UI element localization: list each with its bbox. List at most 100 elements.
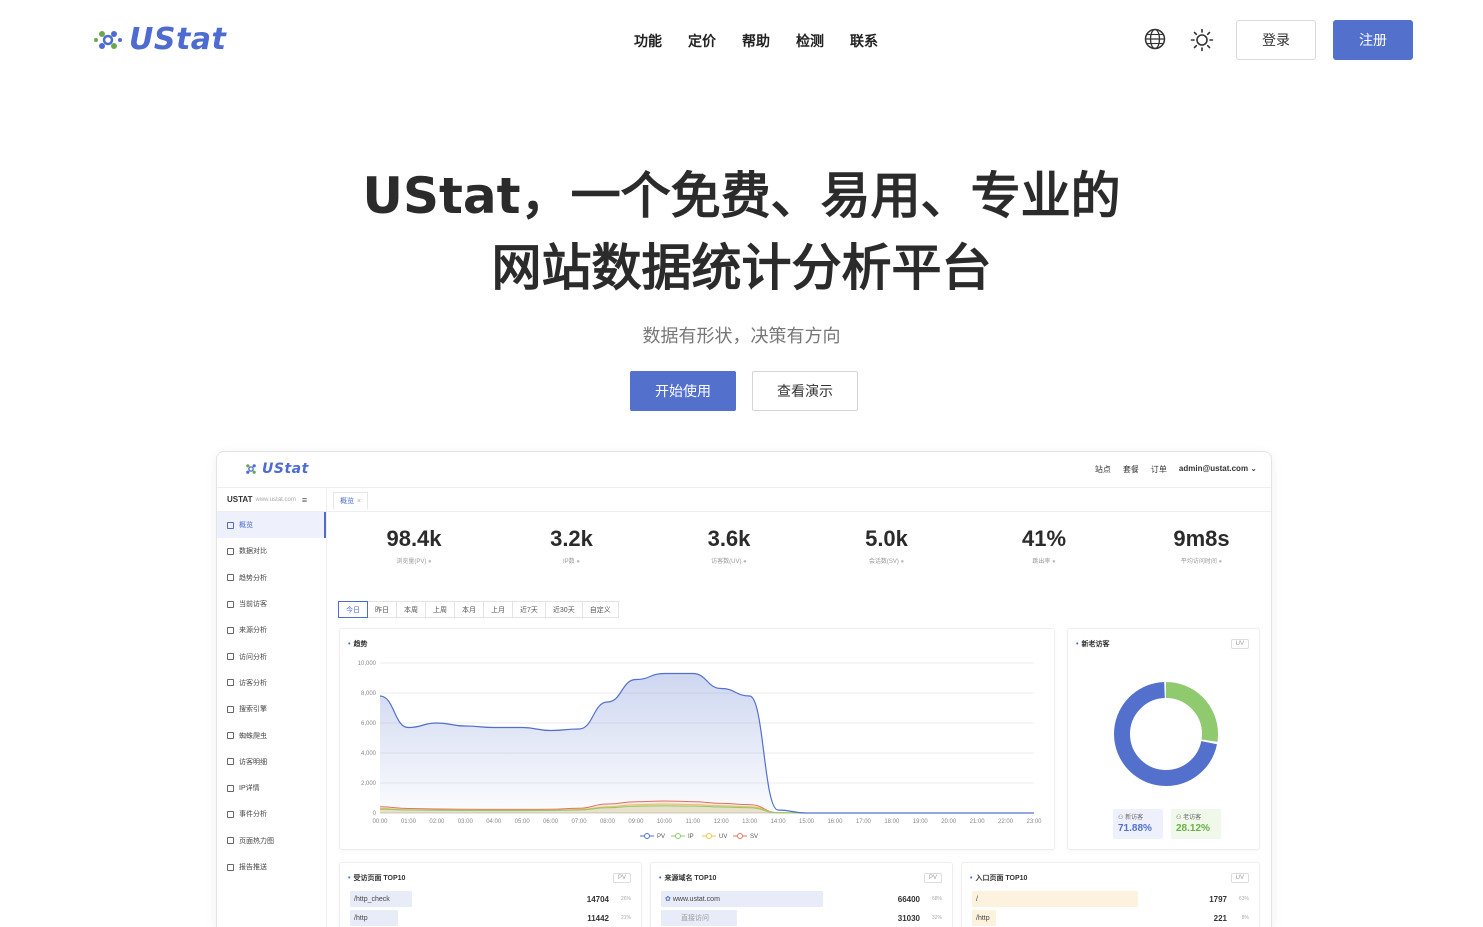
visitor-type-card: 新老访客 UV ⚇ 新访客 71.88% ⚇ 老访客 28.12% bbox=[1067, 628, 1260, 850]
row-label: /http_check bbox=[354, 895, 390, 903]
tab-overview[interactable]: 概览 × bbox=[333, 492, 369, 509]
row-pct: 21% bbox=[620, 915, 631, 921]
legend-label-SV: SV bbox=[750, 834, 758, 840]
nav-icon bbox=[227, 600, 234, 608]
x-tick-label: 14:00 bbox=[771, 819, 787, 825]
start-button[interactable]: 开始使用 bbox=[630, 371, 736, 411]
sidebar-item-4[interactable]: 来源分析 bbox=[217, 617, 326, 643]
top-entries-title: 入口页面 TOP10 bbox=[970, 873, 1027, 883]
dashboard-logo: UStat bbox=[243, 461, 309, 477]
table-row[interactable]: /http 11442 21% bbox=[350, 910, 631, 926]
period-button-1[interactable]: 昨日 bbox=[367, 601, 397, 618]
legend-label-UV: UV bbox=[719, 834, 727, 840]
sidebar-item-3[interactable]: 当前访客 bbox=[217, 591, 326, 617]
x-tick-label: 13:00 bbox=[742, 819, 758, 825]
sidebar-item-12[interactable]: 页面热力图 bbox=[217, 828, 326, 854]
user-menu[interactable]: admin@ustat.com ⌄ bbox=[1179, 464, 1257, 475]
dashboard-topbar-links: 站点 套餐 订单 admin@ustat.com ⌄ bbox=[1095, 464, 1257, 475]
row-value: 11442 bbox=[587, 913, 609, 923]
table-row[interactable]: /http 221 8% bbox=[972, 910, 1249, 926]
register-button[interactable]: 注册 bbox=[1333, 20, 1413, 60]
info-icon[interactable]: ● bbox=[426, 559, 432, 565]
sidebar-item-6[interactable]: 访客分析 bbox=[217, 670, 326, 696]
x-tick-label: 02:00 bbox=[429, 819, 445, 825]
x-tick-label: 22:00 bbox=[998, 819, 1014, 825]
site-name: USTAT bbox=[227, 495, 253, 504]
brand-logo[interactable]: UStat bbox=[93, 22, 226, 57]
row-pct: 68% bbox=[931, 896, 942, 902]
tab-overview-label: 概览 bbox=[340, 498, 354, 505]
period-button-7[interactable]: 近30天 bbox=[544, 601, 583, 618]
y-tick-label: 6,000 bbox=[361, 721, 377, 727]
period-button-3[interactable]: 上周 bbox=[425, 601, 455, 618]
info-icon[interactable]: ● bbox=[1217, 559, 1223, 565]
kpi-0: 98.4k 浏览量(PV) ● bbox=[339, 526, 489, 565]
top-domains-card: 来源域名 TOP10 PV ✿ www.ustat.com 66400 68% … bbox=[650, 862, 953, 927]
topbar-link-sites[interactable]: 站点 bbox=[1095, 464, 1111, 475]
legend-new-visitors: ⚇ 新访客 71.88% bbox=[1113, 809, 1163, 839]
x-tick-label: 21:00 bbox=[970, 819, 986, 825]
period-button-2[interactable]: 本周 bbox=[396, 601, 426, 618]
table-row[interactable]: / 1797 63% bbox=[972, 891, 1249, 907]
dashboard-preview: UStat 站点 套餐 订单 admin@ustat.com ⌄ USTAT w… bbox=[216, 451, 1272, 927]
nav-link-contact[interactable]: 联系 bbox=[850, 31, 878, 51]
topbar-link-plans[interactable]: 套餐 bbox=[1123, 464, 1139, 475]
hero-title-line2: 网站数据统计分析平台 bbox=[491, 239, 992, 297]
visitor-type-title: 新老访客 bbox=[1076, 639, 1109, 649]
period-button-0[interactable]: 今日 bbox=[338, 601, 368, 618]
globe-icon[interactable] bbox=[1144, 28, 1166, 50]
info-icon[interactable]: ● bbox=[1050, 559, 1056, 565]
menu-icon[interactable]: ≡ bbox=[302, 495, 307, 505]
period-button-4[interactable]: 本月 bbox=[454, 601, 484, 618]
row-label: 直接访问 bbox=[681, 915, 709, 922]
demo-button[interactable]: 查看演示 bbox=[752, 371, 858, 411]
top-pages-badge: PV bbox=[612, 873, 631, 883]
nav-icon bbox=[227, 547, 234, 555]
sidebar-item-label: 概览 bbox=[239, 522, 253, 530]
info-icon[interactable]: ● bbox=[742, 559, 747, 565]
sidebar-item-10[interactable]: IP详情 bbox=[217, 775, 326, 801]
nav-icon bbox=[227, 784, 234, 792]
sidebar-item-label: 报告推送 bbox=[239, 864, 267, 871]
period-button-8[interactable]: 自定义 bbox=[581, 601, 619, 618]
nav-link-features[interactable]: 功能 bbox=[634, 31, 662, 51]
theme-toggle-icon[interactable] bbox=[1190, 28, 1214, 52]
login-button[interactable]: 登录 bbox=[1236, 20, 1316, 60]
sidebar-item-7[interactable]: 搜索引擎 bbox=[217, 696, 326, 722]
nav-icon bbox=[227, 521, 234, 529]
table-row[interactable]: ✿ www.ustat.com 66400 68% bbox=[661, 891, 942, 907]
user-icon: ⚇ bbox=[1176, 815, 1182, 821]
topbar-link-orders[interactable]: 订单 bbox=[1151, 464, 1167, 475]
trend-chart: 10,000 8,000 6,000 4,000 2,000 0 00:00 01:00 02:… bbox=[358, 661, 1043, 840]
x-tick-label: 12:00 bbox=[714, 819, 730, 825]
site-selector[interactable]: USTAT www.ustat.com ≡ bbox=[217, 488, 326, 512]
nav-link-pricing[interactable]: 定价 bbox=[688, 31, 716, 51]
table-row[interactable]: 直接访问 31030 32% bbox=[661, 910, 942, 926]
info-icon[interactable]: ● bbox=[899, 559, 905, 565]
series-area-PV bbox=[380, 673, 1034, 813]
x-tick-label: 04:00 bbox=[486, 819, 502, 825]
sidebar-item-8[interactable]: 蜘蛛爬虫 bbox=[217, 722, 326, 748]
visitor-legend: ⚇ 新访客 71.88% ⚇ 老访客 28.12% bbox=[1113, 809, 1221, 839]
sidebar-item-9[interactable]: 访客明细 bbox=[217, 749, 326, 775]
close-icon[interactable]: × bbox=[357, 498, 361, 505]
period-button-5[interactable]: 上月 bbox=[483, 601, 513, 618]
sidebar-item-13[interactable]: 报告推送 bbox=[217, 854, 326, 880]
sidebar-item-5[interactable]: 访问分析 bbox=[217, 643, 326, 669]
kpi-1: 3.2k IP数 ● bbox=[497, 526, 647, 565]
nav-icon bbox=[227, 810, 234, 818]
sidebar-item-11[interactable]: 事件分析 bbox=[217, 801, 326, 827]
info-icon[interactable]: ● bbox=[575, 559, 580, 565]
top-pages-title: 受访页面 TOP10 bbox=[348, 873, 405, 883]
sidebar-item-label: 来源分析 bbox=[239, 627, 267, 635]
sidebar-item-2[interactable]: 趋势分析 bbox=[217, 565, 326, 591]
nav-link-help[interactable]: 帮助 bbox=[742, 31, 770, 51]
period-button-6[interactable]: 近7天 bbox=[512, 601, 546, 618]
nav-link-check[interactable]: 检测 bbox=[796, 31, 824, 51]
table-row[interactable]: /http_check 14704 26% bbox=[350, 891, 631, 907]
sidebar-item-label: 搜索引擎 bbox=[239, 706, 267, 714]
sidebar-item-1[interactable]: 数据对比 bbox=[217, 538, 326, 564]
user-icon: ⚇ bbox=[1118, 815, 1124, 821]
legend-marker-UV bbox=[706, 833, 712, 839]
sidebar-item-0[interactable]: 概览 bbox=[217, 512, 326, 539]
